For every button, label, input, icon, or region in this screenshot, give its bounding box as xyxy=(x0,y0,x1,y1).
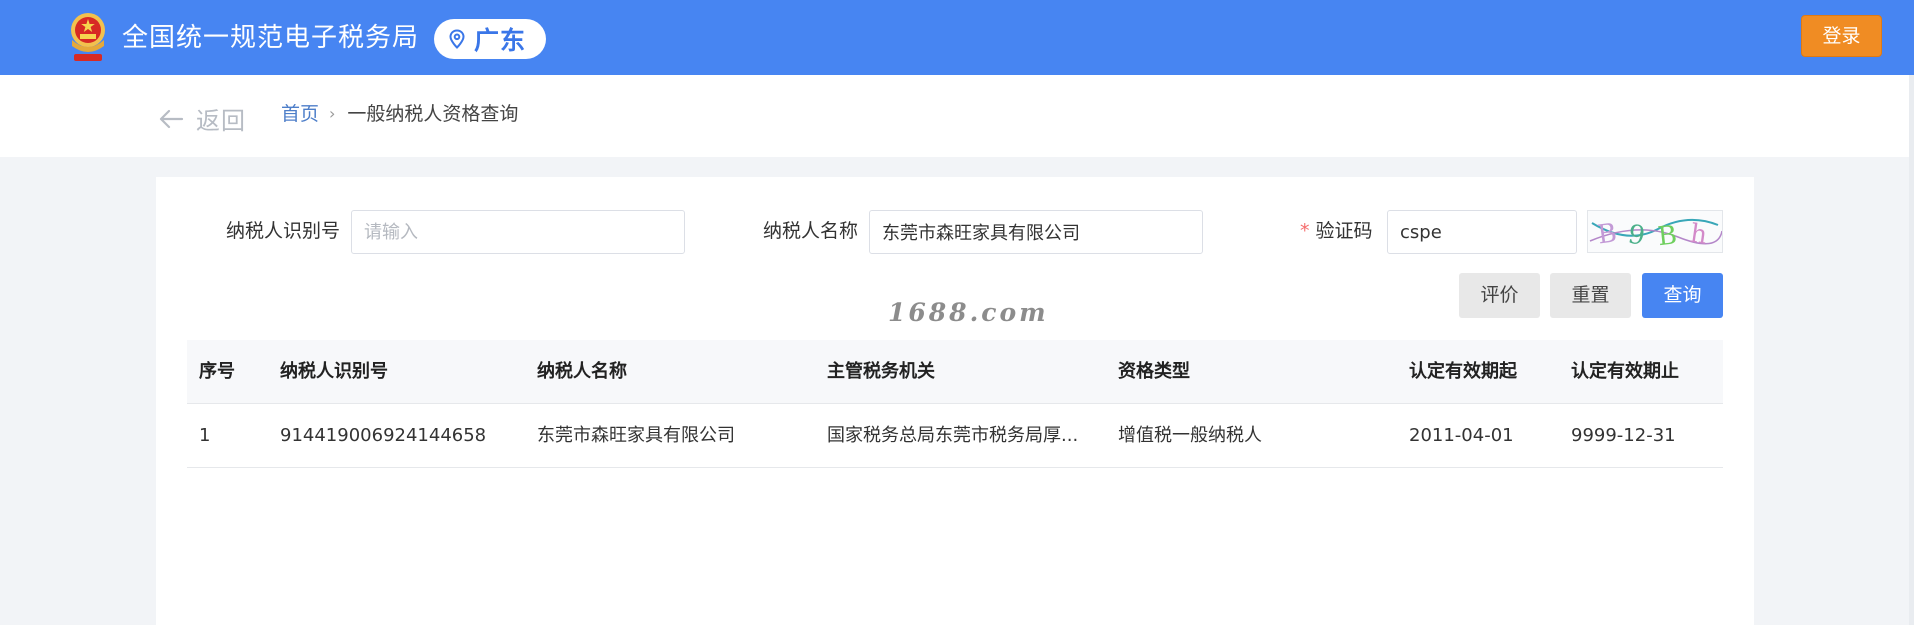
breadcrumb-home-link[interactable]: 首页 xyxy=(281,102,319,126)
taxpayer-id-input[interactable] xyxy=(351,210,685,254)
header-taxpayer-name: 纳税人名称 xyxy=(537,361,627,382)
svg-text:B: B xyxy=(1656,220,1678,252)
top-header: 全国统一规范电子税务局 广东 登录 xyxy=(0,0,1914,75)
back-label: 返回 xyxy=(196,107,246,135)
header-seq: 序号 xyxy=(199,361,235,382)
breadcrumb-current-page: 一般纳税人资格查询 xyxy=(347,103,519,125)
breadcrumb: 首页 › 一般纳税人资格查询 xyxy=(281,102,518,126)
header-taxpayer-id: 纳税人识别号 xyxy=(280,361,388,382)
cell-taxpayer-id: 914419006924144658 xyxy=(280,425,487,446)
captcha-label-text: 验证码 xyxy=(1315,220,1373,242)
back-button[interactable]: 返回 xyxy=(158,101,246,136)
svg-text:B: B xyxy=(1596,218,1619,250)
taxpayer-name-input[interactable] xyxy=(869,210,1203,254)
login-button[interactable]: 登录 xyxy=(1801,15,1882,57)
cell-valid-from: 2011-04-01 xyxy=(1409,425,1514,446)
required-mark: * xyxy=(1300,220,1310,242)
cell-valid-to: 9999-12-31 xyxy=(1571,425,1676,446)
cell-qualification-type: 增值税一般纳税人 xyxy=(1118,425,1262,446)
captcha-label: * 验证码 xyxy=(1300,219,1373,243)
header-qualification-type: 资格类型 xyxy=(1118,361,1190,382)
watermark: 1688.com xyxy=(888,298,1049,327)
table-row[interactable]: 1 914419006924144658 东莞市森旺家具有限公司 国家税务总局东… xyxy=(187,404,1723,468)
svg-text:9: 9 xyxy=(1626,220,1648,252)
region-label: 广东 xyxy=(474,26,527,55)
query-button[interactable]: 查询 xyxy=(1642,273,1723,318)
captcha-input[interactable] xyxy=(1387,210,1577,254)
page-edge xyxy=(1909,75,1914,625)
location-pin-icon xyxy=(449,29,465,49)
region-selector[interactable]: 广东 xyxy=(434,19,547,59)
taxpayer-name-label: 纳税人名称 xyxy=(763,220,859,242)
header-tax-authority: 主管税务机关 xyxy=(827,361,935,382)
svg-text:h: h xyxy=(1688,219,1709,251)
cell-seq: 1 xyxy=(199,425,211,446)
taxpayer-id-label: 纳税人识别号 xyxy=(226,220,341,242)
header-valid-to: 认定有效期止 xyxy=(1571,361,1679,382)
arrow-left-icon xyxy=(159,109,184,128)
table-header: 序号 纳税人识别号 纳税人名称 主管税务机关 资格类型 认定有效期起 认定有效期… xyxy=(187,340,1723,404)
national-emblem-icon xyxy=(71,13,105,61)
cell-taxpayer-name: 东莞市森旺家具有限公司 xyxy=(537,425,735,446)
header-valid-from: 认定有效期起 xyxy=(1409,361,1517,382)
evaluate-button[interactable]: 评价 xyxy=(1459,273,1540,318)
breadcrumb-bar: 返回 首页 › 一般纳税人资格查询 xyxy=(0,75,1909,157)
captcha-image[interactable]: B 9 B h xyxy=(1587,210,1723,253)
breadcrumb-separator: › xyxy=(329,104,336,123)
cell-tax-authority: 国家税务总局东莞市税务局厚... xyxy=(827,425,1079,446)
reset-button[interactable]: 重置 xyxy=(1550,273,1631,318)
app-title: 全国统一规范电子税务局 xyxy=(122,23,420,53)
result-table: 序号 纳税人识别号 纳税人名称 主管税务机关 资格类型 认定有效期起 认定有效期… xyxy=(187,340,1723,468)
